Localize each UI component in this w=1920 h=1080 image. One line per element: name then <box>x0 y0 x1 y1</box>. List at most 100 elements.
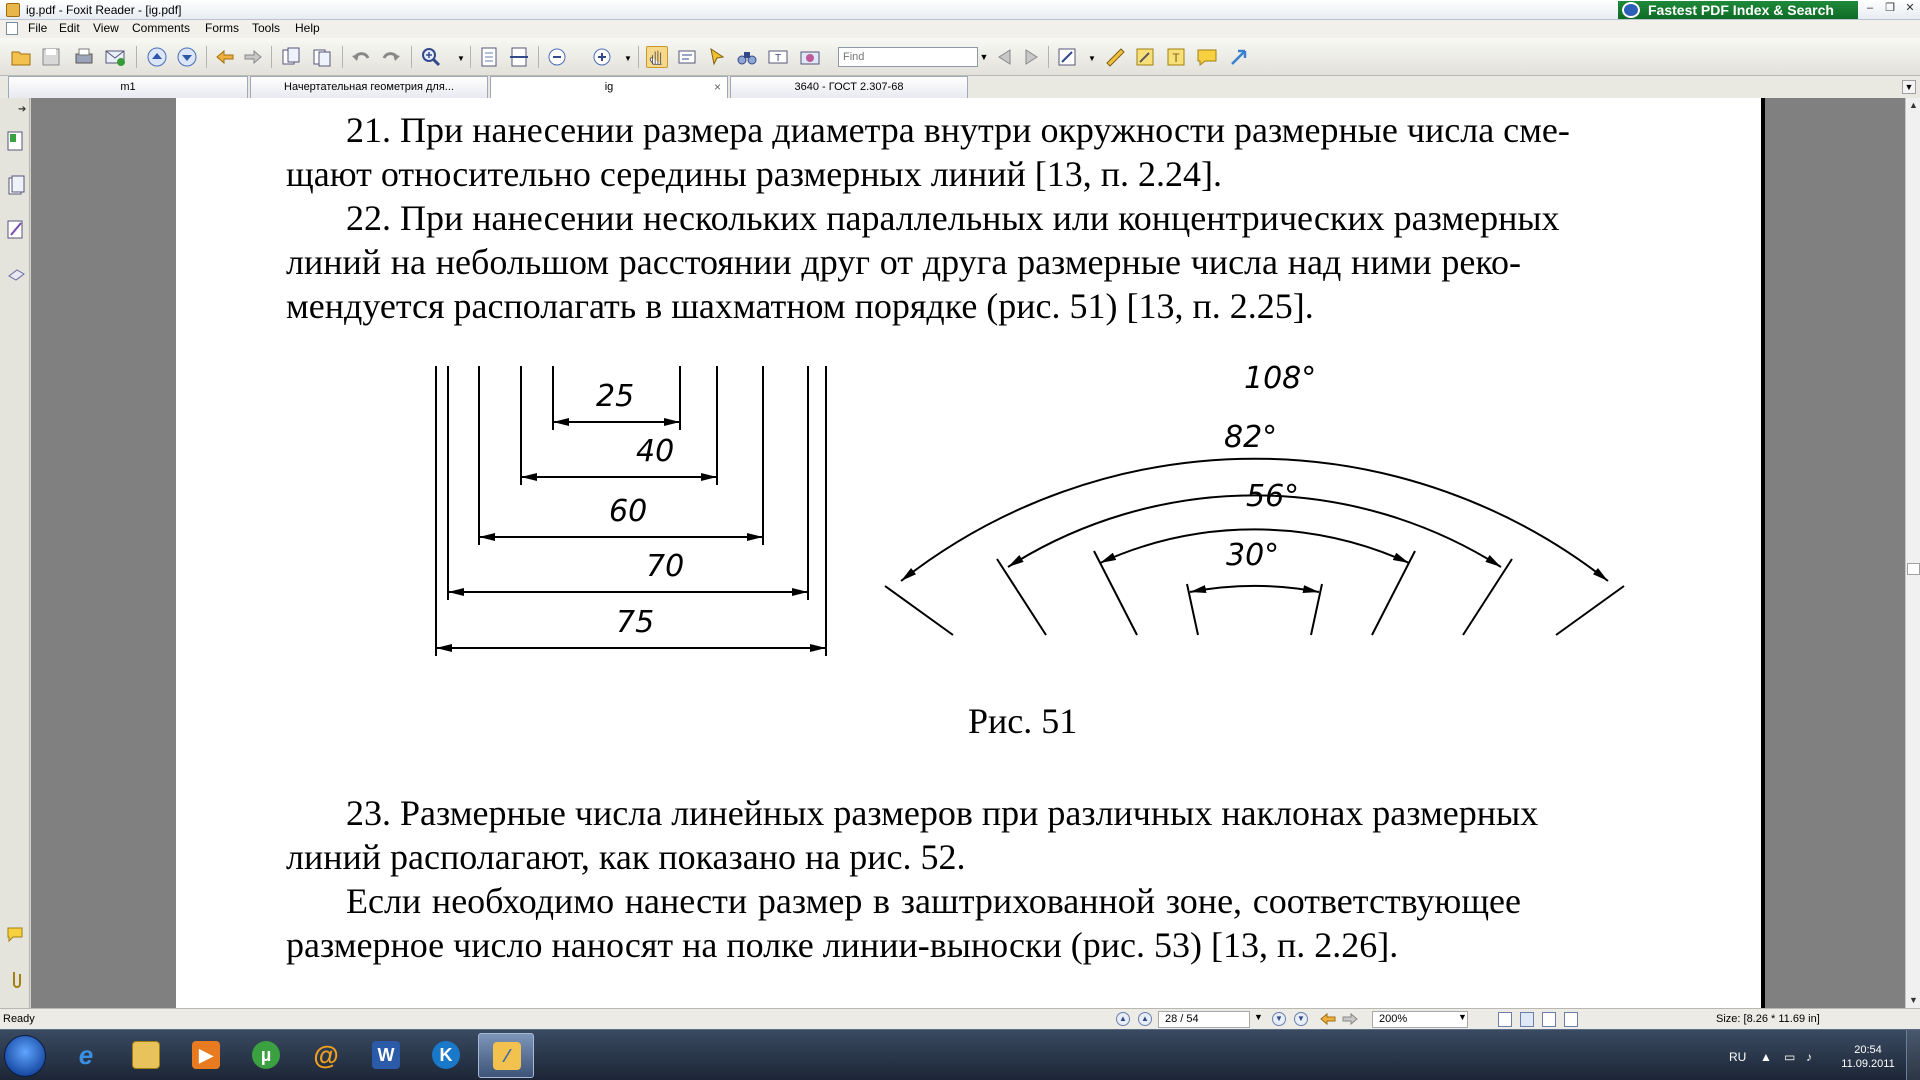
menu-file[interactable]: File <box>28 21 47 35</box>
tab-label: Начертательная геометрия для... <box>284 81 454 93</box>
snapshot-icon[interactable] <box>799 46 821 68</box>
tray-expand-icon[interactable]: ▲ <box>1760 1050 1772 1064</box>
expand-panel-icon[interactable]: ➔ <box>18 104 26 115</box>
text-box-icon[interactable]: T <box>1165 46 1187 68</box>
pages-thumbnail-icon[interactable] <box>6 174 26 196</box>
document-menu-icon[interactable] <box>6 22 18 35</box>
zoom-dropdown-arrow[interactable]: ▼ <box>457 54 465 63</box>
taskbar-internet-explorer[interactable]: e <box>58 1033 114 1078</box>
close-tab-icon[interactable]: × <box>714 77 721 97</box>
bookmarks-icon[interactable] <box>6 130 26 152</box>
language-indicator[interactable]: RU <box>1729 1050 1746 1064</box>
scroll-up-arrow[interactable]: ▲ <box>1906 98 1920 113</box>
save-icon[interactable] <box>40 46 62 68</box>
next-page-status-icon[interactable]: ▼ <box>1272 1012 1286 1026</box>
hand-tool-icon[interactable] <box>646 46 668 68</box>
continuous-view-icon[interactable] <box>1520 1012 1534 1027</box>
print-icon[interactable] <box>73 46 95 68</box>
zoom-in-dropdown-arrow[interactable]: ▼ <box>624 54 632 63</box>
insert-pages-icon[interactable] <box>311 46 333 68</box>
taskbar-k-app[interactable]: K <box>418 1033 474 1078</box>
zoom-in-icon[interactable] <box>591 46 613 68</box>
go-forward-icon[interactable] <box>1342 1012 1358 1026</box>
page-dropdown-arrow[interactable]: ▼ <box>1254 1012 1263 1022</box>
tab-label: 3640 - ГОСТ 2.307-68 <box>794 81 904 93</box>
restore-button[interactable]: ❐ <box>1880 2 1900 16</box>
zoom-dropdown-arrow-status[interactable]: ▼ <box>1458 1012 1467 1022</box>
find-previous-icon[interactable] <box>994 46 1016 68</box>
vertical-scrollbar[interactable]: ▲ ▼ <box>1905 98 1920 1008</box>
typewriter-icon[interactable]: T <box>767 46 789 68</box>
find-next-icon[interactable] <box>1020 46 1042 68</box>
binoculars-icon[interactable] <box>736 46 758 68</box>
taskbar-word[interactable]: W <box>358 1033 414 1078</box>
fit-page-icon[interactable] <box>478 46 500 68</box>
taskbar-media-player[interactable]: ▶ <box>178 1033 234 1078</box>
clock[interactable]: 20:54 11.09.2011 <box>1838 1043 1898 1071</box>
volume-icon[interactable]: ♪ <box>1806 1050 1812 1064</box>
tab-ig[interactable]: ig × <box>490 76 728 98</box>
measure-tool-icon[interactable] <box>1104 46 1126 68</box>
select-text-icon[interactable] <box>676 46 698 68</box>
close-button[interactable]: ✕ <box>1900 2 1920 16</box>
previous-page-status-icon[interactable]: ▲ <box>1138 1012 1152 1026</box>
extract-pages-icon[interactable] <box>280 46 302 68</box>
annotations-icon[interactable] <box>6 218 26 240</box>
menu-view[interactable]: View <box>93 21 119 35</box>
tab-gost[interactable]: 3640 - ГОСТ 2.307-68 <box>730 76 968 98</box>
comments-list-icon[interactable] <box>6 924 26 946</box>
forward-arrow-icon[interactable] <box>242 46 264 68</box>
pencil-icon[interactable] <box>1134 46 1156 68</box>
zoom-out-icon[interactable] <box>546 46 568 68</box>
find-dropdown-arrow[interactable]: ▼ <box>978 47 990 67</box>
comment-tool-icon[interactable] <box>1056 46 1078 68</box>
status-ready: Ready <box>3 1013 35 1025</box>
previous-page-icon[interactable] <box>146 46 168 68</box>
show-desktop-button[interactable] <box>1906 1030 1920 1080</box>
document-viewport[interactable]: 21. При нанесении размера диаметра внутр… <box>31 98 1905 1008</box>
continuous-facing-view-icon[interactable] <box>1564 1012 1578 1027</box>
menu-help[interactable]: Help <box>295 21 320 35</box>
taskbar-mail-agent[interactable]: @ <box>298 1033 354 1078</box>
email-icon[interactable] <box>104 46 126 68</box>
menu-bar: File Edit View Comments Forms Tools Help <box>0 20 1920 38</box>
tab-label: ig <box>604 81 614 93</box>
zoom-tool-icon[interactable] <box>420 46 442 68</box>
first-page-icon[interactable]: ▲ <box>1116 1012 1130 1026</box>
arrow-tool-icon[interactable] <box>1228 46 1250 68</box>
attachments-icon[interactable] <box>6 968 26 990</box>
next-page-icon[interactable] <box>176 46 198 68</box>
scroll-thumb[interactable] <box>1907 563 1920 575</box>
last-page-icon[interactable]: ▼ <box>1294 1012 1308 1026</box>
ad-banner[interactable]: Fastest PDF Index & Search <box>1618 1 1858 19</box>
taskbar-foxit-reader[interactable]: ⁄ <box>478 1033 534 1078</box>
select-annotation-icon[interactable] <box>706 46 728 68</box>
menu-edit[interactable]: Edit <box>59 21 80 35</box>
taskbar-utorrent[interactable]: µ <box>238 1033 294 1078</box>
fit-width-icon[interactable] <box>508 46 530 68</box>
zoom-level-field[interactable]: 200% <box>1372 1011 1468 1028</box>
comment-dropdown-arrow[interactable]: ▼ <box>1088 54 1096 63</box>
taskbar-file-explorer[interactable] <box>118 1033 174 1078</box>
find-input[interactable] <box>838 47 978 67</box>
menu-forms[interactable]: Forms <box>205 21 239 35</box>
single-page-view-icon[interactable] <box>1498 1012 1512 1027</box>
tab-m1[interactable]: m1 <box>8 76 248 98</box>
redo-icon[interactable] <box>380 46 402 68</box>
network-icon[interactable]: ▭ <box>1784 1050 1795 1064</box>
scroll-down-arrow[interactable]: ▼ <box>1906 993 1920 1008</box>
tab-list-dropdown[interactable]: ▼ <box>1902 80 1916 94</box>
note-icon[interactable] <box>1196 46 1218 68</box>
facing-view-icon[interactable] <box>1542 1012 1556 1027</box>
open-folder-icon[interactable] <box>10 46 32 68</box>
minimize-button[interactable]: – <box>1860 2 1880 16</box>
back-arrow-icon[interactable] <box>214 46 236 68</box>
page-number-field[interactable]: 28 / 54 <box>1158 1011 1250 1028</box>
menu-tools[interactable]: Tools <box>252 21 280 35</box>
start-button[interactable] <box>4 1035 46 1077</box>
tab-descriptive-geometry[interactable]: Начертательная геометрия для... <box>250 76 488 98</box>
go-back-icon[interactable] <box>1320 1012 1336 1026</box>
menu-comments[interactable]: Comments <box>132 21 190 35</box>
layers-icon[interactable] <box>6 262 26 284</box>
undo-icon[interactable] <box>350 46 372 68</box>
